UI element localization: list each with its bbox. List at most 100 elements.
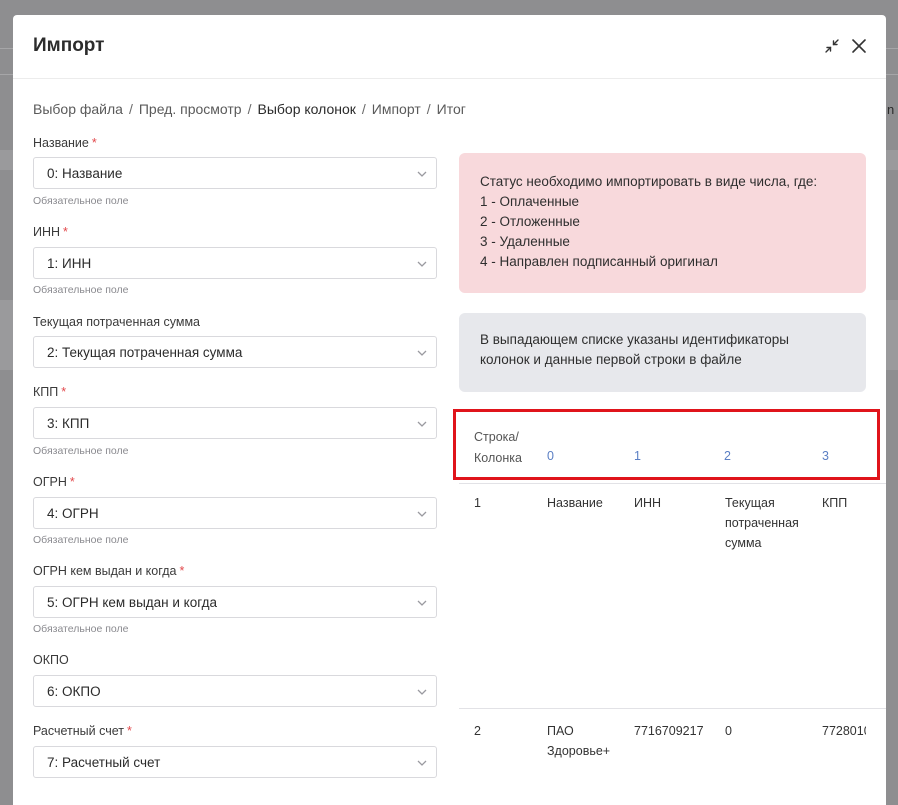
field-label-kpp: КПП * <box>33 385 66 399</box>
alert-line: Статус необходимо импортировать в виде ч… <box>480 174 818 189</box>
alert-line: 4 - Направлен подписанный оригинал <box>480 254 718 269</box>
select-value: 1: ИНН <box>47 256 92 271</box>
cell-line: потраченная <box>725 516 799 530</box>
field-label-text: Текущая потраченная сумма <box>33 315 200 329</box>
field-label-text: ОГРН кем выдан и когда <box>33 564 177 578</box>
column-select-okpo[interactable]: 6: ОКПО <box>33 675 437 707</box>
field-label-name: Название * <box>33 136 97 150</box>
required-star: * <box>61 385 67 399</box>
breadcrumb-import[interactable]: Импорт <box>372 101 421 117</box>
cell-line: Здоровье+ <box>547 744 611 758</box>
column-select-current-spent[interactable]: 2: Текущая потраченная сумма <box>33 336 437 368</box>
required-hint: Обязательное поле <box>33 534 129 546</box>
import-modal: Импорт Выбор файла / Пред. просмотр / Выбор … <box>13 15 886 805</box>
required-hint: Обязательное поле <box>33 284 129 296</box>
breadcrumb-separator: / <box>361 101 366 117</box>
field-label-ogrn-issued: ОГРН кем выдан и когда * <box>33 564 184 578</box>
header-line: Колонка <box>474 451 522 465</box>
required-star: * <box>91 136 97 150</box>
select-value: 4: ОГРН <box>47 506 99 521</box>
field-label-account: Расчетный счет * <box>33 724 132 738</box>
column-select-ogrn[interactable]: 4: ОГРН <box>33 497 437 529</box>
alert-line: колонок и данные первой строки в файле <box>480 352 742 367</box>
divider <box>459 708 886 709</box>
alert-line: 2 - Отложенные <box>480 214 580 229</box>
row-number: 1 <box>474 496 481 510</box>
select-value: 2: Текущая потраченная сумма <box>47 345 243 360</box>
chevron-down-icon <box>416 508 428 520</box>
table-cell: ПАО Здоровье+ <box>547 721 610 761</box>
field-label-text: КПП <box>33 385 59 399</box>
select-value: 3: КПП <box>47 416 90 431</box>
field-label-ogrn: ОГРН * <box>33 475 75 489</box>
breadcrumb: Выбор файла / Пред. просмотр / Выбор колонок… <box>33 101 466 117</box>
column-header-2[interactable]: 2 <box>724 449 731 463</box>
field-label-current-spent: Текущая потраченная сумма <box>33 315 200 329</box>
select-value: 0: Название <box>47 166 123 181</box>
breadcrumb-file-select[interactable]: Выбор файла <box>33 101 123 117</box>
required-star: * <box>63 225 68 239</box>
cell-line: сумма <box>725 536 762 550</box>
row-column-header: Строка/ Колонка <box>474 427 522 469</box>
column-select-name[interactable]: 0: Название <box>33 157 437 189</box>
breadcrumb-separator: / <box>426 101 431 117</box>
required-star: * <box>127 724 132 738</box>
column-select-account[interactable]: 7: Расчетный счет <box>33 746 437 778</box>
field-label-text: ОГРН <box>33 475 67 489</box>
divider <box>459 483 886 484</box>
breadcrumb-preview[interactable]: Пред. просмотр <box>139 101 242 117</box>
preview-table: Строка/ Колонка 0 1 2 3 1 Название ИНН Т… <box>459 411 886 805</box>
table-cell: 0 <box>725 724 732 738</box>
collapse-arrows-icon[interactable] <box>823 37 841 55</box>
status-info-alert: Статус необходимо импортировать в виде ч… <box>459 153 866 293</box>
field-label-inn: ИНН * <box>33 225 68 239</box>
alert-line: 3 - Удаленные <box>480 234 570 249</box>
chevron-down-icon <box>416 258 428 270</box>
chevron-down-icon <box>416 418 428 430</box>
chevron-down-icon <box>416 597 428 609</box>
column-select-kpp[interactable]: 3: КПП <box>33 407 437 439</box>
table-cell: КПП <box>822 496 848 510</box>
breadcrumb-separator: / <box>247 101 252 117</box>
breadcrumb-separator: / <box>128 101 133 117</box>
field-label-okpo: ОКПО <box>33 653 69 667</box>
cell-line: ПАО <box>547 724 574 738</box>
cell-line: Текущая <box>725 496 775 510</box>
field-label-text: Название <box>33 136 89 150</box>
alert-line: 1 - Оплаченные <box>480 194 580 209</box>
column-select-inn[interactable]: 1: ИНН <box>33 247 437 279</box>
modal-header: Импорт <box>13 15 886 79</box>
table-cell: 7716709217 <box>634 724 704 738</box>
column-header-0[interactable]: 0 <box>547 449 554 463</box>
alert-line: В выпадающем списке указаны идентификато… <box>480 332 789 347</box>
select-value: 6: ОКПО <box>47 684 101 699</box>
required-star: * <box>179 564 185 578</box>
modal-title: Импорт <box>33 35 105 56</box>
breadcrumb-result[interactable]: Итог <box>437 101 466 117</box>
close-icon[interactable] <box>850 37 868 55</box>
field-label-text: ИНН <box>33 225 61 239</box>
table-cell: Название <box>547 496 603 510</box>
column-header-1[interactable]: 1 <box>634 449 641 463</box>
chevron-down-icon <box>416 757 428 769</box>
select-value: 5: ОГРН кем выдан и когда <box>47 595 217 610</box>
select-value: 7: Расчетный счет <box>47 755 161 770</box>
header-line: Строка/ <box>474 430 519 444</box>
field-label-text: ОКПО <box>33 653 69 667</box>
row-number: 2 <box>474 724 481 738</box>
table-cell: Текущая потраченная сумма <box>725 493 799 553</box>
table-cell: ИНН <box>634 496 662 510</box>
column-select-ogrn-issued[interactable]: 5: ОГРН кем выдан и когда <box>33 586 437 618</box>
chevron-down-icon <box>416 347 428 359</box>
chevron-down-icon <box>416 686 428 698</box>
required-star: * <box>69 475 75 489</box>
column-header-3[interactable]: 3 <box>822 449 829 463</box>
required-hint: Обязательное поле <box>33 445 129 457</box>
breadcrumb-column-select[interactable]: Выбор колонок <box>257 101 355 117</box>
field-label-text: Расчетный счет <box>33 724 124 738</box>
backdrop-text: n <box>887 102 895 117</box>
dropdown-info-alert: В выпадающем списке указаны идентификато… <box>459 313 866 392</box>
chevron-down-icon <box>416 168 428 180</box>
required-hint: Обязательное поле <box>33 623 129 635</box>
required-hint: Обязательное поле <box>33 195 129 207</box>
